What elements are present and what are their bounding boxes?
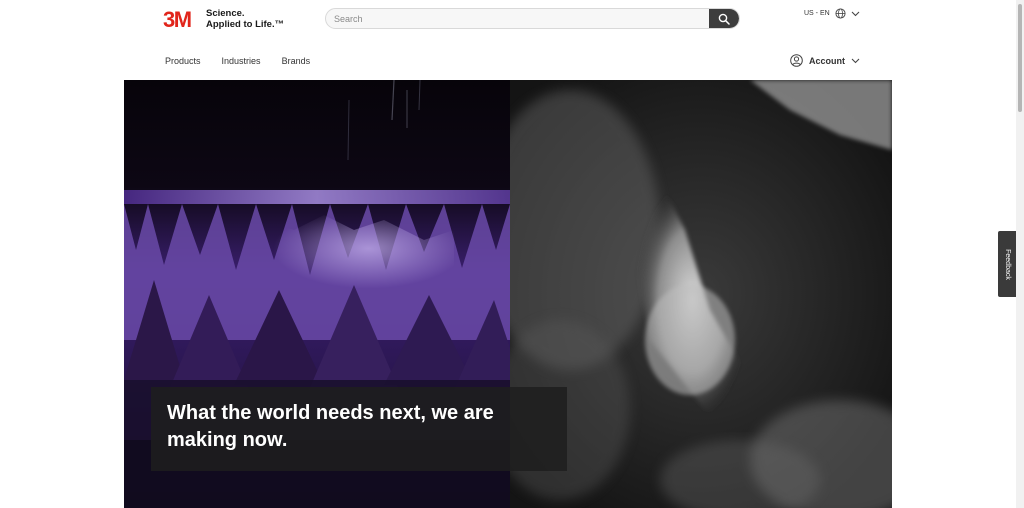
hero-image-right xyxy=(510,80,892,508)
hero-banner: What the world needs next, we are making… xyxy=(124,80,892,508)
nav-item-products[interactable]: Products xyxy=(165,56,201,66)
tagline-line-1: Science. xyxy=(206,8,245,19)
brand-tagline: Science. Applied to Life.™ xyxy=(206,8,284,30)
locale-selector[interactable]: US - EN xyxy=(804,8,860,19)
tagline-line-2: Applied to Life.™ xyxy=(206,19,285,30)
globe-icon xyxy=(835,8,846,19)
account-menu[interactable]: Account xyxy=(790,54,860,67)
locale-label: US - EN xyxy=(804,10,830,17)
hero-headline: What the world needs next, we are making… xyxy=(167,402,494,451)
chevron-down-icon xyxy=(851,58,860,63)
chevron-down-icon xyxy=(851,11,860,16)
hero-caption-box: What the world needs next, we are making… xyxy=(151,387,567,471)
nav-item-industries[interactable]: Industries xyxy=(222,56,261,66)
silver-particles-image xyxy=(510,80,892,508)
search-bar xyxy=(325,8,740,29)
nav-item-brands[interactable]: Brands xyxy=(282,56,311,66)
feedback-label: Feedback xyxy=(1003,248,1011,280)
vertical-scrollbar[interactable] xyxy=(1016,0,1024,508)
logo-3m-mark: 3M xyxy=(163,8,192,30)
search-button[interactable] xyxy=(709,9,739,28)
svg-text:3M: 3M xyxy=(163,8,191,30)
search-icon xyxy=(718,13,730,25)
primary-nav: Products Industries Brands xyxy=(165,56,310,66)
account-label: Account xyxy=(809,55,845,66)
feedback-tab[interactable]: Feedback xyxy=(998,231,1016,297)
brand-logo[interactable]: 3M Science. Applied to Life.™ xyxy=(163,8,284,30)
search-input[interactable] xyxy=(326,9,711,28)
user-icon xyxy=(790,54,803,67)
scrollbar-thumb[interactable] xyxy=(1018,4,1022,112)
